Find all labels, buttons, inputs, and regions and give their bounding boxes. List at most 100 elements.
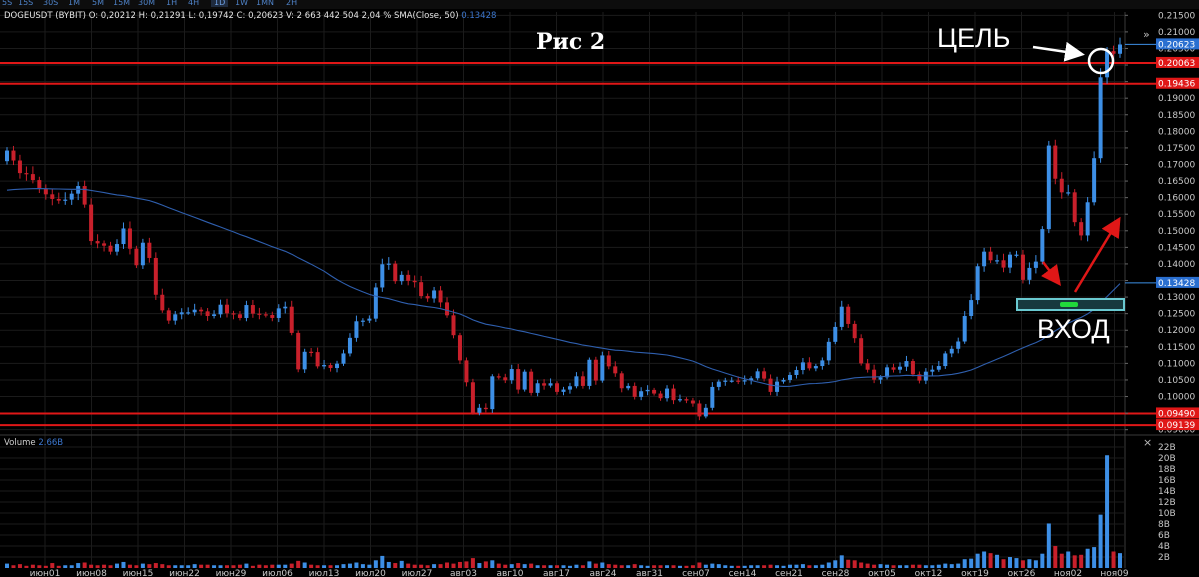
volume-current: 2.66B	[38, 438, 64, 448]
candle-body	[1001, 260, 1006, 268]
volume-bar	[205, 564, 210, 568]
candle-body	[153, 257, 158, 295]
candle-body	[263, 314, 268, 316]
date-label: окт26	[1008, 569, 1036, 577]
entry-label: ВХОД	[1037, 314, 1110, 344]
candle-body	[76, 186, 81, 194]
annotation-drawings	[1016, 41, 1125, 311]
date-label: июл20	[355, 569, 386, 577]
candle-body	[399, 274, 404, 282]
candle-body	[432, 290, 437, 299]
volume-bar	[470, 558, 475, 568]
candle-body	[270, 314, 275, 318]
date-label: июн22	[169, 569, 200, 577]
volume-bar	[30, 564, 35, 568]
volume-bar	[43, 565, 48, 568]
date-label: июн15	[123, 569, 154, 577]
price-tick-label: 0.18000	[1158, 127, 1195, 137]
price-tick-label: 0.21000	[1158, 28, 1195, 38]
expand-icon[interactable]: »	[1143, 28, 1150, 41]
candle-body	[988, 251, 993, 261]
date-label: июн08	[76, 569, 107, 577]
candle-body	[897, 366, 902, 370]
candle-body	[322, 365, 327, 367]
candle-body	[781, 379, 786, 382]
candle-body	[710, 386, 715, 408]
time-axis: июн01 июн08 июн15 июн22 июн29 июл06 июл13 июл20…	[30, 569, 1129, 577]
entry-zone-marker	[1060, 302, 1078, 307]
date-label: сен07	[682, 569, 710, 577]
date-label: окт05	[868, 569, 896, 577]
candle-body	[367, 318, 372, 321]
candle-body	[63, 199, 68, 201]
candle-body	[904, 361, 909, 367]
volume-bar	[490, 560, 495, 568]
volume-bar	[736, 565, 741, 568]
volume-bar	[457, 561, 462, 568]
candle-body	[820, 360, 825, 367]
volume-bar	[723, 565, 728, 568]
volume-tick-label: 10B	[1158, 509, 1176, 519]
volume-bar	[347, 563, 352, 568]
support-resistance-levels	[0, 61, 1156, 427]
candle-body	[438, 290, 443, 303]
candle-body	[1053, 145, 1058, 179]
candle-body	[406, 274, 411, 281]
candle-body	[140, 242, 145, 266]
volume-bar	[930, 565, 935, 568]
candles	[5, 37, 1122, 421]
candle-body	[697, 403, 702, 417]
volume-bar	[102, 564, 107, 568]
volume-bar	[509, 564, 514, 568]
candle-body	[826, 341, 831, 361]
sma-name: SMA(Close, 50)	[393, 11, 459, 21]
candle-body	[134, 248, 139, 266]
volume-bar	[393, 563, 398, 568]
volume-tick-label: 14B	[1158, 487, 1176, 497]
volume-bar	[891, 565, 896, 568]
candle-body	[115, 244, 120, 252]
volume-bars	[5, 455, 1122, 568]
candle-body	[1059, 178, 1064, 193]
price-tick-label: 0.17500	[1158, 144, 1195, 154]
candle-body	[509, 369, 514, 381]
candle-body	[949, 348, 954, 354]
candle-body	[283, 306, 288, 309]
volume-bar	[606, 564, 611, 568]
candle-body	[859, 338, 864, 364]
candle-body	[762, 371, 767, 379]
volume-bar	[270, 564, 275, 568]
volume-bar	[250, 565, 255, 568]
volume-bar	[322, 565, 327, 568]
volume-bar	[1098, 514, 1103, 568]
volume-bar	[186, 565, 191, 568]
volume-bar	[574, 564, 579, 568]
level-price-label: 0.20063	[1158, 59, 1195, 69]
candle-body	[1085, 202, 1090, 236]
price-tick-label: 0.17000	[1158, 160, 1195, 170]
volume-bar	[897, 565, 902, 568]
close-pane-icon[interactable]: ×	[1143, 436, 1152, 449]
candle-body	[587, 359, 592, 386]
volume-bar	[872, 564, 877, 568]
volume-bar	[354, 562, 359, 568]
date-label: авг10	[497, 569, 524, 577]
volume-bar	[263, 565, 268, 568]
candle-body	[1007, 254, 1012, 268]
candle-body	[1027, 267, 1032, 280]
volume-bar	[1033, 560, 1038, 568]
volume-bar	[962, 559, 967, 568]
candle-body	[205, 311, 210, 316]
sma-line	[6, 188, 1121, 387]
volume-bar	[567, 565, 572, 568]
volume-bar	[729, 565, 734, 568]
candle-body	[1118, 44, 1122, 54]
volume-bar	[923, 565, 928, 568]
price-chart[interactable]: 0.215000.210000.205000.200000.195000.190…	[0, 0, 1199, 577]
volume-bar	[969, 558, 974, 568]
candle-body	[360, 320, 365, 322]
volume-title: Volume	[4, 438, 36, 448]
volume-tick-label: 2B	[1158, 553, 1170, 563]
level-price-label: 0.09490	[1158, 409, 1195, 419]
candle-body	[671, 388, 676, 401]
